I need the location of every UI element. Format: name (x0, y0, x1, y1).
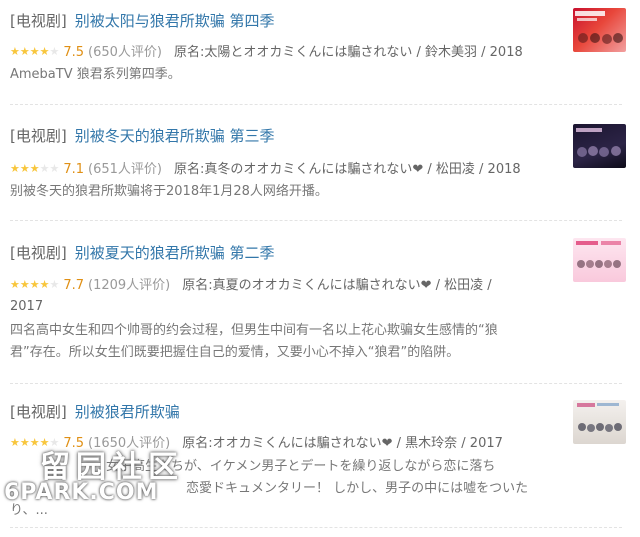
category-tag: [电视剧] (10, 403, 67, 421)
original-title-year: 2017 (10, 299, 44, 314)
original-title: 原名:オオカミくんには騙されない❤ / 黒木玲奈 / 2017 (182, 436, 503, 451)
star-rating-icon: ★★★★★ (10, 432, 59, 454)
result-description: AmebaTV 狼君系列第四季。 (10, 67, 181, 82)
rating-score: 7.5 (63, 436, 85, 451)
star-empty-icon: ★ (49, 436, 60, 449)
result-title-link[interactable]: 别被冬天的狼君所欺骗 第三季 (75, 127, 275, 145)
category-tag: [电视剧] (10, 12, 67, 30)
result-description: 别被冬天的狼君所欺骗将于2018年1月28人网络开播。 (10, 184, 328, 199)
star-filled-icon: ★★★★ (10, 278, 50, 291)
poster-image-icon (576, 128, 621, 157)
original-title: 原名:真冬のオオカミくんには騙されない❤ / 松田凌 / 2018 (173, 162, 521, 177)
result-description-line: 女子高生たちが、イケメン男子とデートを繰り返しながら恋に落ち (106, 459, 496, 474)
star-empty-icon: ★ (49, 45, 60, 58)
category-tag: [电视剧] (10, 127, 67, 145)
poster-image-icon (577, 403, 622, 432)
rating-score: 7.5 (63, 45, 85, 60)
star-rating-icon: ★★★★★ (10, 41, 59, 63)
original-title: 原名:太陽とオオカミくんには騙されない / 鈴木美羽 / 2018 (173, 45, 523, 60)
star-rating-icon: ★★★★★ (10, 158, 59, 180)
poster-thumbnail[interactable] (573, 124, 626, 168)
result-title-row: [电视剧] 别被狼君所欺骗 (10, 401, 180, 423)
poster-image-icon (575, 11, 623, 44)
star-rating-icon: ★★★★★ (10, 274, 59, 296)
vote-count: (1650人评价) (88, 436, 171, 451)
result-title-link[interactable]: 别被夏天的狼君所欺骗 第二季 (75, 244, 275, 262)
star-filled-icon: ★★★★ (10, 45, 50, 58)
original-title: 原名:真夏のオオカミくんには騙されない❤ / 松田凌 / (182, 278, 492, 293)
divider (10, 220, 622, 221)
poster-thumbnail[interactable] (573, 8, 626, 52)
divider (10, 527, 622, 528)
star-empty-icon: ★ (49, 278, 60, 291)
poster-thumbnail[interactable] (573, 238, 626, 282)
vote-count: (1209人评价) (88, 278, 171, 293)
result-description-line: 恋愛ドキュメンタリー！ しかし、男子の中には嘘をついた (186, 481, 529, 496)
result-title-row: [电视剧] 别被太阳与狼君所欺骗 第四季 (10, 10, 275, 32)
result-title-row: [电视剧] 别被夏天的狼君所欺骗 第二季 (10, 242, 275, 264)
rating-score: 7.1 (63, 162, 85, 177)
result-title-row: [电视剧] 别被冬天的狼君所欺骗 第三季 (10, 125, 275, 147)
poster-thumbnail[interactable] (573, 400, 626, 444)
result-title-link[interactable]: 别被狼君所欺骗 (75, 403, 180, 421)
category-tag: [电视剧] (10, 244, 67, 262)
divider (10, 104, 622, 105)
result-title-link[interactable]: 别被太阳与狼君所欺骗 第四季 (75, 12, 275, 30)
star-empty-icon: ★★ (39, 162, 60, 175)
result-description-line: り、... (10, 503, 48, 518)
vote-count: (650人评价) (88, 45, 162, 60)
rating-score: 7.7 (63, 278, 85, 293)
vote-count: (651人评价) (88, 162, 162, 177)
star-filled-icon: ★★★★ (10, 436, 50, 449)
result-meta: ★★★★★ 7.7 (1209人评价) 原名:真夏のオオカミくんには騙されない❤ / … (10, 274, 492, 297)
result-meta: ★★★★★ 7.5 (650人评价) 原名:太陽とオオカミくんには騙されない / 鈴木… (10, 41, 523, 64)
result-meta: ★★★★★ 7.5 (1650人评价) 原名:オオカミくんには騙されない❤ / 黒木玲… (10, 432, 503, 455)
result-meta: ★★★★★ 7.1 (651人评价) 原名:真冬のオオカミくんには騙されない❤ / 松… (10, 158, 521, 181)
result-description-line: 君”存在。所以女生们既要把握住自己的爱情，又要小心不掉入“狼君”的陷阱。 (10, 345, 460, 360)
poster-image-icon (576, 241, 621, 268)
result-description-line: 四名高中女生和四个帅哥的约会过程，但男生中间有一名以上花心欺骗女生感情的“狼 (10, 323, 498, 338)
divider (10, 383, 622, 384)
star-filled-icon: ★★★ (10, 162, 40, 175)
